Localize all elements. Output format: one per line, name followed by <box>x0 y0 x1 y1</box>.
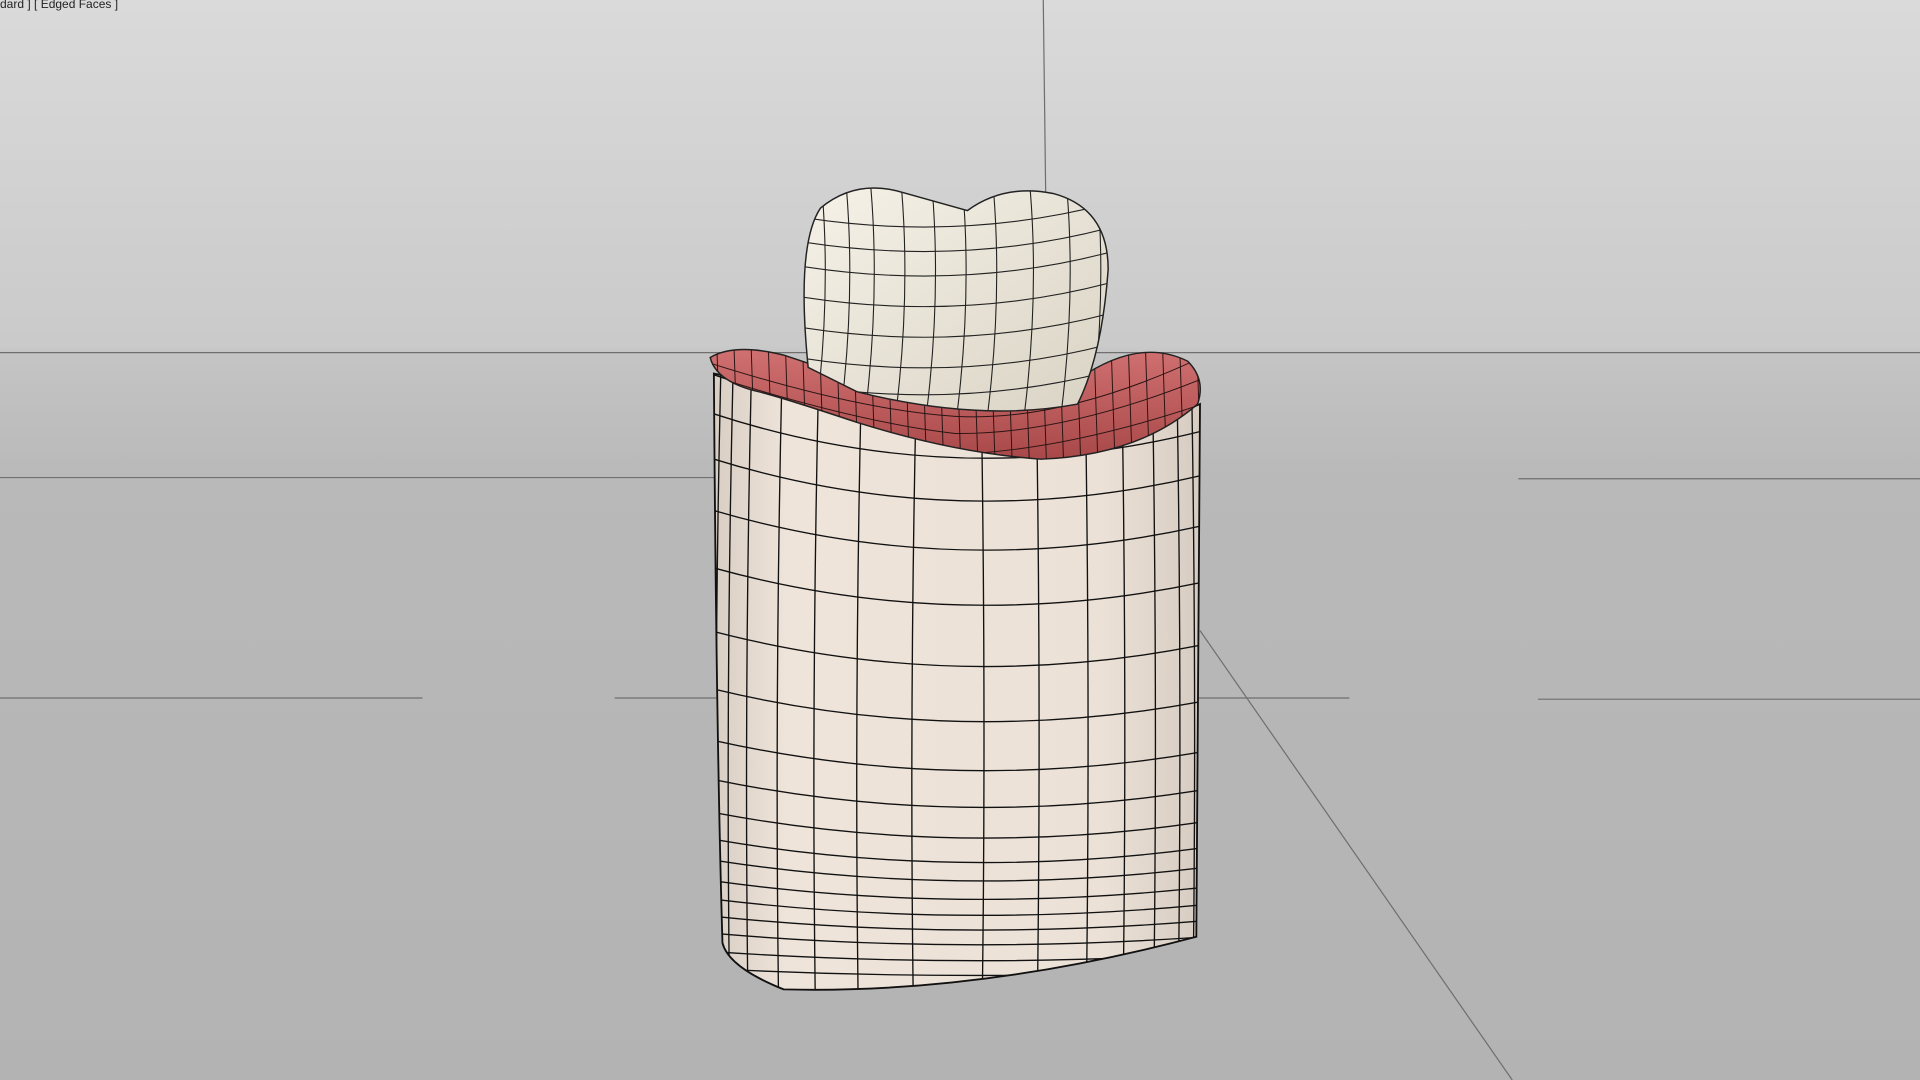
viewport-scene <box>0 0 1920 1080</box>
3d-viewport[interactable]: dard ] [ Edged Faces ] <box>0 0 1920 1080</box>
viewport-label[interactable]: dard ] [ Edged Faces ] <box>0 0 118 11</box>
